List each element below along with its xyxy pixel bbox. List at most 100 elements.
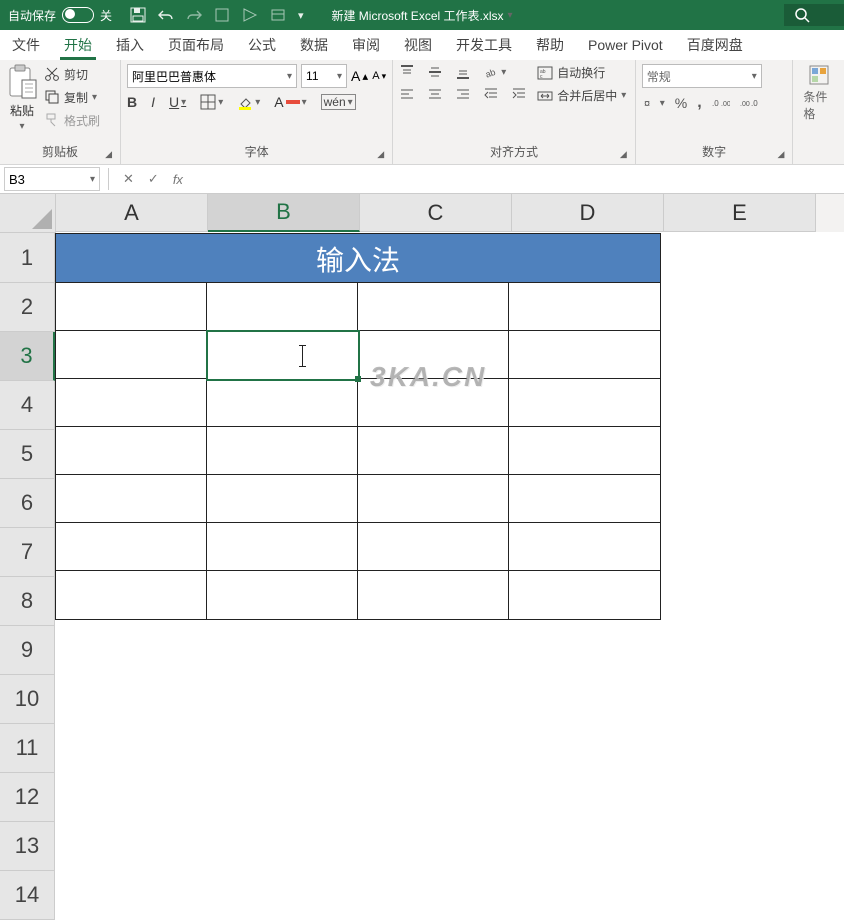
- col-header-C[interactable]: C: [360, 194, 512, 232]
- row-header-13[interactable]: 13: [0, 822, 55, 871]
- cells-grid[interactable]: 输入法: [55, 233, 844, 924]
- col-header-A[interactable]: A: [56, 194, 208, 232]
- row-header-12[interactable]: 12: [0, 773, 55, 822]
- row-header-3[interactable]: 3: [0, 332, 55, 381]
- tab-review[interactable]: 审阅: [340, 30, 392, 60]
- tab-view[interactable]: 视图: [392, 30, 444, 60]
- tab-baidu[interactable]: 百度网盘: [675, 30, 755, 60]
- cell-A8[interactable]: [55, 570, 208, 620]
- fx-icon[interactable]: fx: [173, 171, 183, 187]
- cell-D8[interactable]: [508, 570, 661, 620]
- col-header-D[interactable]: D: [512, 194, 664, 232]
- indent-increase-icon[interactable]: [511, 86, 527, 102]
- orientation-icon[interactable]: ab▾: [483, 64, 506, 80]
- decrease-decimal-icon[interactable]: .00.0: [740, 96, 758, 110]
- underline-button[interactable]: U ▾: [169, 94, 186, 110]
- row-header-14[interactable]: 14: [0, 871, 55, 920]
- cell-C7[interactable]: [357, 522, 510, 572]
- paste-button[interactable]: 粘贴 ▾: [6, 64, 38, 132]
- cell-B6[interactable]: [206, 474, 359, 524]
- tab-layout[interactable]: 页面布局: [156, 30, 236, 60]
- cell-D5[interactable]: [508, 426, 661, 476]
- row-header-6[interactable]: 6: [0, 479, 55, 528]
- cut-button[interactable]: 剪切: [44, 64, 100, 84]
- tab-file[interactable]: 文件: [0, 30, 52, 60]
- cancel-icon[interactable]: ✕: [123, 171, 134, 187]
- comma-icon[interactable]: ,: [697, 94, 701, 112]
- decrease-font-icon[interactable]: A▾: [372, 70, 386, 82]
- cell-D7[interactable]: [508, 522, 661, 572]
- cell-B2[interactable]: [206, 282, 359, 332]
- tab-insert[interactable]: 插入: [104, 30, 156, 60]
- wrap-text-button[interactable]: abc自动换行: [537, 64, 626, 81]
- cell-A3[interactable]: [55, 330, 208, 380]
- enter-icon[interactable]: ✓: [148, 171, 159, 187]
- qat-icon-1[interactable]: [214, 7, 230, 23]
- align-right-icon[interactable]: [455, 86, 471, 102]
- cell-B4[interactable]: [206, 378, 359, 428]
- cell-C5[interactable]: [357, 426, 510, 476]
- col-header-E[interactable]: E: [664, 194, 816, 232]
- dialog-launcher-icon[interactable]: ◢: [105, 149, 112, 160]
- bold-button[interactable]: B: [127, 94, 137, 110]
- qat-more-icon[interactable]: ▾: [298, 9, 304, 22]
- dialog-launcher-icon[interactable]: ◢: [620, 149, 627, 160]
- align-left-icon[interactable]: [399, 86, 415, 102]
- cell-D6[interactable]: [508, 474, 661, 524]
- qat-icon-2[interactable]: [242, 7, 258, 23]
- select-all-corner[interactable]: [0, 194, 56, 233]
- merge-button[interactable]: 合并后居中▾: [537, 87, 626, 104]
- tab-home[interactable]: 开始: [52, 30, 104, 60]
- row-header-5[interactable]: 5: [0, 430, 55, 479]
- font-color-button[interactable]: A▾: [274, 94, 306, 110]
- row-header-10[interactable]: 10: [0, 675, 55, 724]
- autosave-toggle[interactable]: 自动保存 关: [0, 7, 120, 24]
- percent-icon[interactable]: %: [675, 95, 687, 111]
- cell-C6[interactable]: [357, 474, 510, 524]
- cell-D4[interactable]: [508, 378, 661, 428]
- name-box[interactable]: B3▾: [4, 167, 100, 191]
- redo-icon[interactable]: [186, 7, 202, 23]
- row-header-7[interactable]: 7: [0, 528, 55, 577]
- currency-icon[interactable]: ¤▾: [642, 95, 665, 111]
- cell-B7[interactable]: [206, 522, 359, 572]
- font-name-dropdown[interactable]: 阿里巴巴普惠体▾: [127, 64, 297, 88]
- cell-B3[interactable]: [206, 330, 360, 381]
- align-bottom-icon[interactable]: [455, 64, 471, 80]
- cell-A2[interactable]: [55, 282, 208, 332]
- cell-C8[interactable]: [357, 570, 510, 620]
- copy-button[interactable]: 复制▾: [44, 87, 100, 107]
- tab-formulas[interactable]: 公式: [236, 30, 288, 60]
- indent-decrease-icon[interactable]: [483, 86, 499, 102]
- formula-input[interactable]: [193, 168, 844, 190]
- cell-A4[interactable]: [55, 378, 208, 428]
- cell-A7[interactable]: [55, 522, 208, 572]
- number-format-dropdown[interactable]: 常规▾: [642, 64, 762, 88]
- row-header-2[interactable]: 2: [0, 283, 55, 332]
- row-header-1[interactable]: 1: [0, 233, 55, 283]
- save-icon[interactable]: [130, 7, 146, 23]
- row-header-8[interactable]: 8: [0, 577, 55, 626]
- increase-decimal-icon[interactable]: .0.00: [712, 96, 730, 110]
- italic-button[interactable]: I: [151, 94, 155, 110]
- cell-C2[interactable]: [357, 282, 510, 332]
- phonetic-button[interactable]: wén ▾: [321, 94, 356, 110]
- search-box[interactable]: [784, 4, 844, 26]
- cell-D2[interactable]: [508, 282, 661, 332]
- tab-help[interactable]: 帮助: [524, 30, 576, 60]
- row-header-4[interactable]: 4: [0, 381, 55, 430]
- dialog-launcher-icon[interactable]: ◢: [377, 149, 384, 160]
- col-header-B[interactable]: B: [208, 194, 360, 232]
- cell-D3[interactable]: [508, 330, 661, 380]
- align-middle-icon[interactable]: [427, 64, 443, 80]
- align-top-icon[interactable]: [399, 64, 415, 80]
- cell-A5[interactable]: [55, 426, 208, 476]
- dialog-launcher-icon[interactable]: ◢: [778, 149, 785, 160]
- cell-A6[interactable]: [55, 474, 208, 524]
- align-center-icon[interactable]: [427, 86, 443, 102]
- conditional-format-button[interactable]: 条件格: [799, 64, 838, 122]
- tab-dev[interactable]: 开发工具: [444, 30, 524, 60]
- increase-font-icon[interactable]: A▴: [351, 68, 368, 84]
- cell-A1-merged[interactable]: 输入法: [55, 233, 661, 284]
- cell-B8[interactable]: [206, 570, 359, 620]
